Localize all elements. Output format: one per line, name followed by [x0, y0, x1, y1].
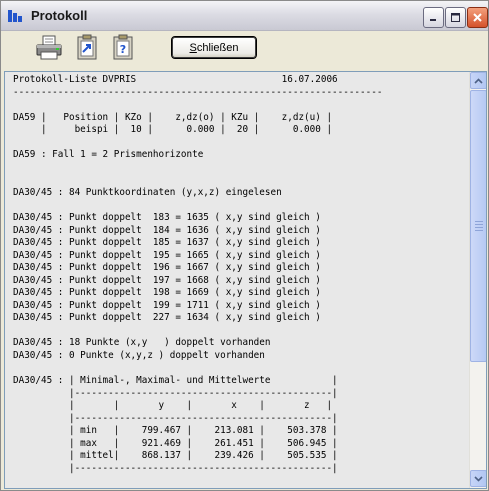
- close-window-button[interactable]: [467, 7, 488, 28]
- toolbar: ? Schließen: [1, 31, 488, 71]
- maximize-icon: [451, 13, 460, 22]
- maximize-button[interactable]: [445, 7, 466, 28]
- protocol-line: | beispi | 10 | 0.000 | 20 | 0.000 |: [13, 124, 333, 136]
- help-document-icon: ?: [113, 34, 133, 60]
- protocol-window: Protokoll ? S chließen Protokoll-Liste D…: [0, 0, 489, 491]
- printer-icon: [36, 35, 62, 60]
- protocol-text-pane[interactable]: Protokoll-Liste DVPRIS 16.07.2006 -------…: [4, 71, 487, 489]
- protocol-line: DA59 : Fall 1 = 2 Prismenhorizonte: [13, 149, 204, 161]
- protocol-line: DA30/45 : Punkt doppelt 198 = 1669 ( x,y…: [13, 287, 321, 299]
- protocol-line: DA30/45 : Punkt doppelt 227 = 1634 ( x,y…: [13, 312, 321, 324]
- arrow-up-icon: [474, 77, 483, 84]
- protocol-line: | | y | x | z |: [13, 400, 333, 412]
- protocol-line: Protokoll-Liste DVPRIS 16.07.2006: [13, 74, 338, 85]
- protocol-line: DA30/45 : Punkt doppelt 195 = 1665 ( x,y…: [13, 249, 321, 261]
- close-button-mnemonic: S: [189, 41, 197, 54]
- protocol-line: DA30/45 : Punkt doppelt 199 = 1711 ( x,y…: [13, 299, 321, 311]
- protocol-line: DA30/45 : Punkt doppelt 183 = 1635 ( x,y…: [13, 212, 321, 224]
- app-icon: [8, 10, 22, 22]
- minimize-button[interactable]: [423, 7, 444, 28]
- protocol-line: ----------------------------------------…: [13, 86, 383, 98]
- vertical-scrollbar[interactable]: [469, 72, 486, 488]
- svg-text:?: ?: [120, 43, 126, 56]
- protocol-line: | max | 921.469 | 261.451 | 506.945 |: [13, 437, 338, 449]
- title-bar[interactable]: Protokoll: [1, 1, 488, 31]
- protocol-line: [13, 174, 470, 187]
- protocol-line: [13, 162, 470, 175]
- scroll-thumb[interactable]: [470, 90, 486, 362]
- protocol-line: |---------------------------------------…: [13, 412, 338, 424]
- minimize-icon: [430, 19, 436, 21]
- protocol-line: DA30/45 : 84 Punktkoordinaten (y,x,z) ei…: [13, 186, 282, 198]
- clipboard-export-icon: [77, 34, 97, 60]
- close-button-label: chließen: [196, 41, 239, 54]
- protocol-line: DA30/45 : Punkt doppelt 184 = 1636 ( x,y…: [13, 224, 321, 236]
- export-button[interactable]: [69, 33, 105, 63]
- protocol-line: DA30/45 : Punkt doppelt 185 = 1637 ( x,y…: [13, 237, 321, 249]
- protocol-line: DA30/45 : | Minimal-, Maximal- und Mitte…: [13, 375, 338, 387]
- protocol-line: [13, 99, 470, 112]
- help-button[interactable]: ?: [105, 33, 141, 63]
- close-protocol-button[interactable]: Schließen: [171, 36, 257, 59]
- protocol-line: DA30/45 : Punkt doppelt 196 = 1667 ( x,y…: [13, 262, 321, 274]
- print-button[interactable]: [31, 33, 67, 63]
- protocol-line: |---------------------------------------…: [13, 387, 338, 399]
- protocol-line: | min | 799.467 | 213.081 | 503.378 |: [13, 425, 338, 437]
- protocol-line: [13, 199, 470, 212]
- protocol-line: [13, 137, 470, 150]
- arrow-down-icon: [474, 475, 483, 482]
- protocol-line: [13, 363, 470, 376]
- protocol-line: DA30/45 : 0 Punkte (x,y,z ) doppelt vorh…: [13, 350, 265, 362]
- protocol-line: [13, 325, 470, 338]
- protocol-line: DA59 | Position | KZo | z,dz(o) | KZu | …: [13, 111, 333, 123]
- protocol-line: | mittel| 868.137 | 239.426 | 505.535 |: [13, 450, 338, 462]
- scroll-up-button[interactable]: [470, 72, 486, 89]
- scroll-down-button[interactable]: [470, 470, 486, 487]
- protocol-text[interactable]: Protokoll-Liste DVPRIS 16.07.2006 -------…: [5, 72, 470, 488]
- protocol-line: DA30/45 : 18 Punkte (x,y ) doppelt vorha…: [13, 337, 271, 349]
- window-title: Protokoll: [31, 8, 88, 23]
- protocol-line: |---------------------------------------…: [13, 462, 338, 474]
- close-icon: [473, 13, 482, 22]
- protocol-line: DA30/45 : Punkt doppelt 197 = 1668 ( x,y…: [13, 274, 321, 286]
